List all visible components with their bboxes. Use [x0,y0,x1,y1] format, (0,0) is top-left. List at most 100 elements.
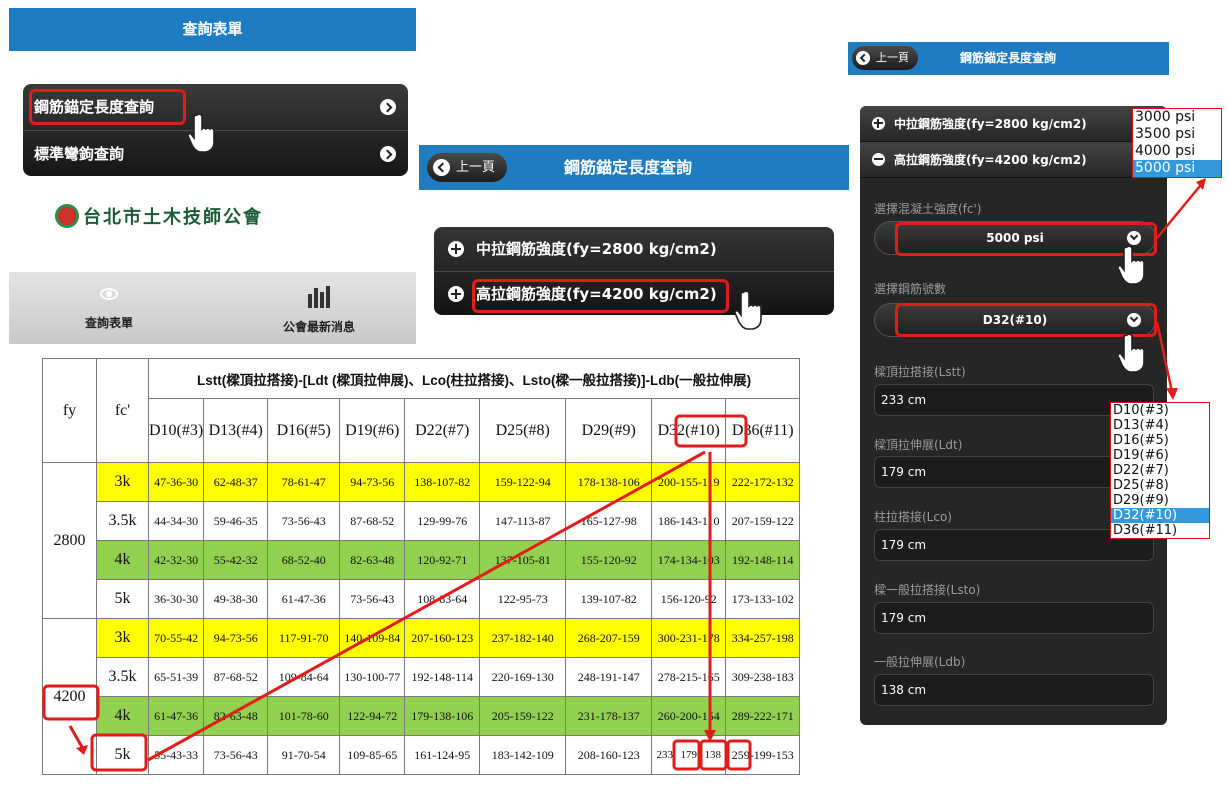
table-cell: 186-143-110 [651,501,727,541]
back-button[interactable]: 上一頁 [852,46,918,70]
plus-icon [448,286,464,302]
table-cell: 61-47-36 [147,696,205,736]
table-cell: 65-51-39 [147,657,205,697]
bar-chart-icon [307,286,331,308]
table-cell-value: 233 [656,749,673,761]
concrete-strength-options[interactable]: 3000 psi 3500 psi 4000 psi 5000 psi [1132,108,1222,178]
table-cell: 207-160-123 [404,618,481,658]
table-cell: 36-30-30 [147,579,205,619]
dropdown-option[interactable]: D10(#3) [1111,403,1209,418]
table-cell: 147-113-87 [479,501,567,541]
field-label-lco: 柱拉搭接(Lco) [874,510,952,524]
table-row: 4200 3k 70-55-42 94-73-56 117-91-70 140-109-8… [42,618,801,775]
page-title: 鋼筋錨定長度查詢 [960,51,1057,65]
tab-news[interactable]: 公會最新消息 [269,284,369,335]
chevron-left-icon [856,51,870,65]
dropdown-option[interactable]: D25(#8) [1111,478,1209,493]
accordion-medium-strength[interactable]: 中拉鋼筋強度(fy=2800 kg/cm2) [434,227,834,271]
field-label-ldb: 一般拉伸展(Ldb) [874,655,966,669]
table-cell: 42-32-30 [147,540,205,580]
eye-icon [100,288,118,300]
concrete-strength-select[interactable]: 5000 psi [874,221,1156,255]
fc-cell: 3k [96,618,149,658]
table-row: 5k 55-43-33 73-56-43 91-70-54 109-85-65 161-1… [43,735,801,775]
dropdown-option[interactable]: D29(#9) [1111,493,1209,508]
concrete-strength-label: 選擇混凝土強度(fc') [874,202,982,216]
back-button[interactable]: 上一頁 [427,153,508,182]
table-cell: 178-138-106 [565,462,653,502]
pointer-hand-icon [1118,245,1145,285]
table-cell: 140-109-84 [339,618,406,658]
arrow-head [1166,388,1178,400]
table-cell: 192-148-114 [404,657,481,697]
tab-query-form[interactable]: 查詢表單 [64,284,154,331]
accordion-label: 中拉鋼筋強度(fy=2800 kg/cm2) [894,117,1087,131]
chevron-right-icon [380,146,396,162]
accordion-high-strength[interactable]: 高拉鋼筋強度(fy=4200 kg/cm2) [860,142,1167,178]
accordion-label: 高拉鋼筋強度(fy=4200 kg/cm2) [894,153,1087,167]
table-cell: 120-92-71 [404,540,481,580]
table-cell: 222-172-132 [725,462,801,502]
table-cell: 200-155-119 [651,462,727,502]
column-header-bar: D16(#5) [267,398,341,463]
dropdown-option[interactable]: 3000 psi [1133,109,1221,126]
dropdown-option[interactable]: 4000 psi [1133,143,1221,160]
table-cell: 82-63-48 [339,540,406,580]
table-cell: 138-107-82 [404,462,481,502]
table-cell: 55-42-32 [203,540,269,580]
dropdown-option[interactable]: 3500 psi [1133,126,1221,143]
table-cell: 70-55-42 [147,618,205,658]
dropdown-option[interactable]: D32(#10) [1111,508,1209,523]
pointer-hand-icon [188,113,215,153]
column-header-fc: fc' [96,358,149,463]
rebar-size-options[interactable]: D10(#3) D13(#4) D16(#5) D19(#6) D22(#7) D25(#… [1110,402,1210,539]
dropdown-option[interactable]: D22(#7) [1111,463,1209,478]
table-cell: 289-222-171 [725,696,801,736]
logo-emblem-icon [55,204,79,228]
dropdown-option[interactable]: D36(#11) [1111,523,1209,538]
column-header-bar: D29(#9) [565,398,653,463]
table-cell: 94-73-56 [339,462,406,502]
table-row: 4k 42-32-30 55-42-32 68-52-40 82-63-48 120-92… [43,540,801,580]
dropdown-option[interactable]: D16(#5) [1111,433,1209,448]
table-cell: 91-70-54 [267,735,341,775]
column-header-fy: fy [42,358,97,463]
table-cell: 129-99-76 [404,501,481,541]
page-header: 查詢表單 [9,8,416,51]
field-ldb[interactable]: 138 cm [874,674,1154,706]
field-lsto[interactable]: 179 cm [874,602,1154,634]
strength-accordion: 中拉鋼筋強度(fy=2800 kg/cm2) 高拉鋼筋強度(fy=4200 kg… [434,227,834,315]
table-cell: 94-73-56 [203,618,269,658]
accordion-medium-strength[interactable]: 中拉鋼筋強度(fy=2800 kg/cm2) [860,106,1167,142]
rebar-size-label: 選擇鋼筋號數 [874,282,947,296]
fc-cell: 3k [96,462,149,502]
accordion-label: 中拉鋼筋強度(fy=2800 kg/cm2) [476,240,717,258]
minus-icon [872,153,885,166]
fc-cell: 4k [96,696,149,736]
table-cell: 137-105-81 [479,540,567,580]
page-title: 鋼筋錨定長度查詢 [564,158,693,177]
fc-cell: 3.5k [96,657,149,697]
table-cell: 82-63-48 [203,696,269,736]
column-header-bar: D13(#4) [203,398,269,463]
fc-cell: 5k [96,579,149,619]
dropdown-option[interactable]: D13(#4) [1111,418,1209,433]
table-cell: 259-199-153 [725,735,801,775]
table-cell: 192-148-114 [725,540,801,580]
accordion-high-strength[interactable]: 高拉鋼筋強度(fy=4200 kg/cm2) [434,271,834,315]
table-cell: 300-231-178 [651,618,727,658]
table-cell: 109-84-64 [267,657,341,697]
table-cell: 220-169-130 [479,657,567,697]
column-header-bar: D19(#6) [339,398,406,463]
table-cell: 156-120-92 [651,579,727,619]
table-cell: 208-160-123 [565,735,653,775]
menu-item-label: 鋼筋錨定長度查詢 [34,98,155,116]
column-header-bar: D36(#11) [725,398,801,463]
dropdown-option[interactable]: 5000 psi [1133,160,1221,177]
plus-icon [872,117,885,130]
rebar-size-select[interactable]: D32(#10) [874,303,1156,337]
dropdown-option[interactable]: D19(#6) [1111,448,1209,463]
table-cell: 205-159-122 [479,696,567,736]
column-header-bar: D25(#8) [479,398,567,463]
table-cell: 268-207-159 [565,618,653,658]
